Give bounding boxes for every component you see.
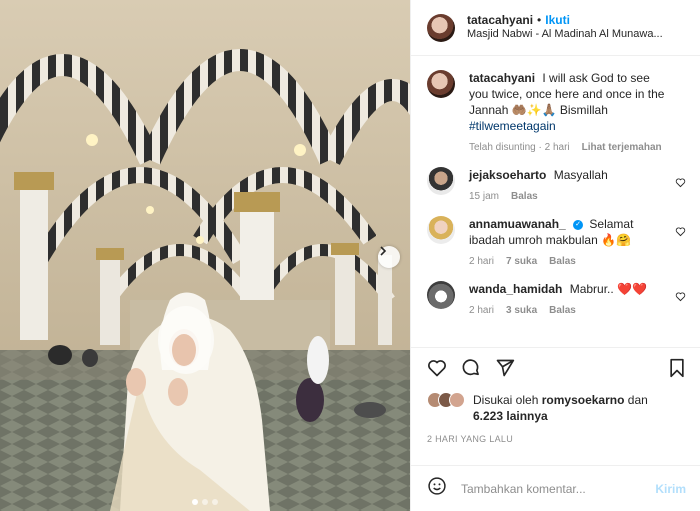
comment-time: 15 jam [469, 191, 500, 202]
heart-icon [428, 359, 446, 376]
author-avatar[interactable] [427, 13, 455, 42]
comment-composer: Kirim [411, 465, 700, 511]
comment-username[interactable]: wanda_hamidah [469, 282, 562, 296]
verified-badge-icon: ✓ [573, 219, 584, 230]
comment-button[interactable] [461, 358, 481, 383]
chevron-right-icon [380, 246, 387, 256]
comment-like-button[interactable] [675, 289, 686, 307]
carousel-dot [202, 499, 208, 505]
like-button[interactable] [427, 358, 447, 383]
action-bar [427, 358, 686, 382]
comment-time: 2 hari [469, 256, 495, 267]
likes-others[interactable]: 6.223 lainnya [473, 409, 548, 423]
comments-list: tatacahyani I will ask God to see you tw… [411, 56, 700, 347]
likes-text: Disukai oleh romysoekarno dan 6.223 lain… [473, 392, 648, 424]
likes-joiner: dan [627, 393, 648, 407]
post-actions: Disukai oleh romysoekarno dan 6.223 lain… [411, 347, 700, 465]
heart-icon [675, 227, 686, 237]
comment-likes[interactable]: 7 suka [506, 256, 537, 267]
comment-meta: 15 jam Balas [469, 191, 668, 202]
post-view: tatacahyani • Ikuti Masjid Nabwi - Al Ma… [0, 0, 700, 511]
comment-username[interactable]: annamuawanah_ [469, 217, 566, 231]
list-item: jejaksoeharto Masyallah 15 jam Balas [427, 167, 686, 202]
likes-summary: Disukai oleh romysoekarno dan 6.223 lain… [427, 392, 686, 424]
comment-likes[interactable]: 3 suka [506, 305, 537, 316]
author-info: tatacahyani • Ikuti Masjid Nabwi - Al Ma… [467, 13, 667, 42]
post-image[interactable] [0, 0, 410, 511]
author-username[interactable]: tatacahyani [467, 13, 533, 28]
commenter-avatar[interactable] [427, 167, 455, 195]
reply-button[interactable]: Balas [511, 191, 538, 202]
header-separator: • [537, 13, 542, 28]
heart-icon [675, 178, 686, 188]
reply-button[interactable]: Balas [549, 305, 576, 316]
comment-text: jejaksoeharto Masyallah [469, 167, 668, 183]
comment-input[interactable] [461, 481, 656, 496]
liker-avatars[interactable] [427, 392, 471, 408]
comment-like-button[interactable] [675, 175, 686, 193]
comment-time: 2 hari [469, 305, 495, 316]
post-sidebar: tatacahyani • Ikuti Masjid Nabwi - Al Ma… [410, 0, 700, 511]
heart-icon [675, 292, 686, 302]
commenter-avatar[interactable] [427, 281, 455, 309]
likes-prefix: Disukai oleh [473, 393, 539, 407]
post-date[interactable]: 2 HARI YANG LALU [427, 434, 686, 444]
comment-meta: 2 hari 7 suka Balas [469, 256, 668, 267]
comment-meta: 2 hari 3 suka Balas [469, 305, 668, 316]
emoji-button[interactable] [427, 476, 447, 501]
list-item: wanda_hamidah Mabrur.. ❤️❤️ 2 hari 3 suk… [427, 281, 686, 316]
carousel-dot [192, 499, 198, 505]
comment-like-button[interactable] [675, 224, 686, 242]
comment-body: Masyallah [553, 168, 608, 182]
post-location[interactable]: Masjid Nabwi - Al Madinah Al Munawa... [467, 28, 667, 42]
carousel-indicator [0, 499, 410, 505]
follow-button[interactable]: Ikuti [545, 13, 570, 28]
liker-username[interactable]: romysoekarno [542, 393, 625, 407]
caption-avatar[interactable] [427, 70, 455, 98]
smiley-icon [428, 477, 446, 495]
share-button[interactable] [495, 358, 515, 383]
comment-username[interactable]: jejaksoeharto [469, 168, 546, 182]
translate-link[interactable]: Lihat terjemahan [582, 142, 662, 153]
reply-button[interactable]: Balas [549, 256, 576, 267]
comment-text: annamuawanah_ ✓ Selamat ibadah umroh mak… [469, 216, 668, 248]
caption-text: tatacahyani I will ask God to see you tw… [469, 70, 668, 134]
caption: tatacahyani I will ask God to see you tw… [427, 70, 686, 153]
mosque-photo [0, 0, 410, 511]
save-button[interactable] [668, 358, 686, 383]
commenter-avatar[interactable] [427, 216, 455, 244]
caption-edited: Telah disunting · 2 hari [469, 142, 570, 153]
share-icon [496, 359, 515, 376]
comment-icon [462, 358, 479, 375]
carousel-dot [212, 499, 218, 505]
post-comment-button[interactable]: Kirim [655, 482, 686, 496]
list-item: annamuawanah_ ✓ Selamat ibadah umroh mak… [427, 216, 686, 267]
caption-username[interactable]: tatacahyani [469, 71, 535, 85]
caption-hashtag[interactable]: #tilwemeetagain [469, 119, 556, 133]
avatar [449, 392, 465, 408]
caption-meta: Telah disunting · 2 hari Lihat terjemaha… [469, 142, 668, 153]
carousel-next-button[interactable] [378, 246, 400, 268]
comment-body: Mabrur.. ❤️❤️ [569, 282, 647, 296]
post-header: tatacahyani • Ikuti Masjid Nabwi - Al Ma… [411, 0, 700, 56]
comment-text: wanda_hamidah Mabrur.. ❤️❤️ [469, 281, 668, 297]
bookmark-icon [670, 358, 684, 377]
